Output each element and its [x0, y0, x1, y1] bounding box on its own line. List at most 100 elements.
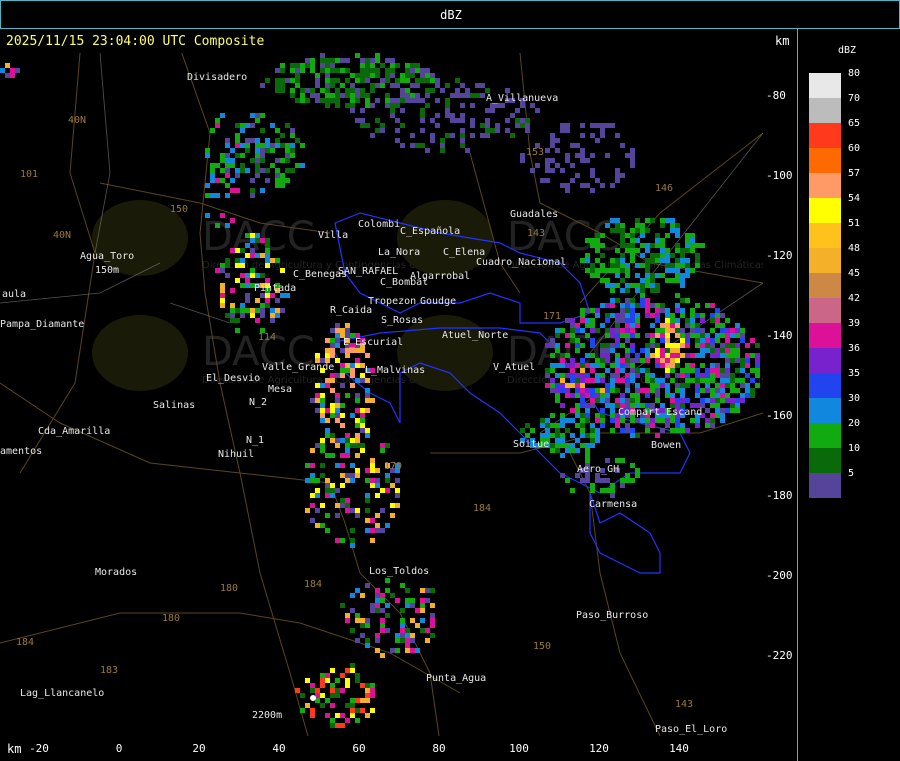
radar-echo-pixel [340, 473, 345, 478]
radar-echo-pixel [220, 288, 225, 293]
radar-echo-pixel [235, 318, 240, 323]
radar-echo-pixel [645, 228, 650, 233]
radar-echo-pixel [240, 273, 245, 278]
radar-echo-pixel [745, 343, 750, 348]
radar-echo-pixel [560, 378, 565, 383]
radar-echo-pixel [305, 703, 310, 708]
radar-echo-pixel [675, 353, 680, 358]
radar-echo-pixel [330, 83, 335, 88]
radar-echo-pixel [395, 633, 400, 638]
radar-echo-pixel [345, 58, 350, 63]
radar-echo-pixel [320, 53, 325, 58]
radar-echo-pixel [380, 488, 385, 493]
radar-echo-pixel [680, 328, 685, 333]
radar-echo-pixel [230, 308, 235, 313]
radar-echo-pixel [555, 393, 560, 398]
radar-echo-pixel [755, 383, 760, 388]
radar-echo-pixel [340, 463, 345, 468]
radar-echo-pixel [675, 333, 680, 338]
radar-echo-pixel [665, 328, 670, 333]
radar-echo-pixel [645, 283, 650, 288]
radar-echo-pixel [625, 313, 630, 318]
title-bar: dBZ [0, 0, 900, 29]
timestamp-label: 2025/11/15 23:04:00 UTC Composite [6, 34, 265, 49]
radar-echo-pixel [525, 123, 530, 128]
watermark-logo-icon [397, 315, 493, 391]
radar-echo-pixel [620, 368, 625, 373]
radar-echo-pixel [325, 493, 330, 498]
radar-echo-pixel [220, 268, 225, 273]
radar-echo-pixel [560, 388, 565, 393]
radar-echo-pixel [365, 583, 370, 588]
radar-echo-pixel [415, 648, 420, 653]
radar-echo-pixel [430, 603, 435, 608]
radar-echo-pixel [625, 353, 630, 358]
radar-echo-pixel [375, 513, 380, 518]
radar-echo-pixel [705, 418, 710, 423]
radar-echo-pixel [430, 588, 435, 593]
radar-echo-pixel [625, 263, 630, 268]
radar-echo-pixel [315, 393, 320, 398]
radar-echo-pixel [615, 133, 620, 138]
radar-echo-pixel [625, 383, 630, 388]
radar-echo-pixel [620, 173, 625, 178]
radar-echo-pixel [555, 388, 560, 393]
radar-echo-pixel [400, 608, 405, 613]
radar-echo-pixel [655, 308, 660, 313]
radar-map[interactable]: DACCDirección de Agricultura y Contingen… [0, 53, 763, 736]
km-unit-bottom: km [7, 742, 22, 756]
radar-echo-pixel [365, 528, 370, 533]
radar-echo-pixel [365, 93, 370, 98]
radar-echo-pixel [240, 308, 245, 313]
radar-echo-pixel [315, 83, 320, 88]
radar-echo-pixel [585, 318, 590, 323]
radar-echo-pixel [400, 98, 405, 103]
radar-echo-pixel [390, 108, 395, 113]
radar-echo-pixel [400, 143, 405, 148]
radar-echo-pixel [595, 313, 600, 318]
radar-echo-pixel [455, 88, 460, 93]
radar-echo-pixel [265, 298, 270, 303]
radar-echo-pixel [675, 273, 680, 278]
radar-echo-pixel [685, 353, 690, 358]
radar-echo-pixel [590, 243, 595, 248]
radar-echo-pixel [405, 598, 410, 603]
radar-echo-pixel [280, 158, 285, 163]
radar-echo-pixel [645, 298, 650, 303]
radar-echo-pixel [595, 248, 600, 253]
legend-swatch [809, 73, 841, 98]
radar-echo-pixel [560, 183, 565, 188]
radar-echo-pixel [625, 283, 630, 288]
place-label: Aero_GH [577, 464, 620, 475]
radar-echo-pixel [610, 228, 615, 233]
radar-echo-pixel [710, 423, 715, 428]
radar-echo-pixel [300, 63, 305, 68]
radar-echo-pixel [525, 118, 530, 123]
radar-echo-pixel [555, 448, 560, 453]
radar-echo-pixel [235, 248, 240, 253]
radar-echo-pixel [590, 308, 595, 313]
radar-echo-pixel [660, 238, 665, 243]
radar-echo-pixel [635, 358, 640, 363]
radar-echo-pixel [675, 248, 680, 253]
radar-echo-pixel [645, 273, 650, 278]
radar-echo-pixel [710, 378, 715, 383]
radar-echo-pixel [685, 383, 690, 388]
radar-echo-pixel [640, 348, 645, 353]
radar-echo-pixel [325, 348, 330, 353]
radar-echo-pixel [415, 68, 420, 73]
radar-echo-pixel [640, 278, 645, 283]
radar-echo-pixel [585, 333, 590, 338]
radar-echo-pixel [310, 448, 315, 453]
radar-echo-pixel [595, 308, 600, 313]
radar-echo-pixel [430, 133, 435, 138]
radar-echo-pixel [485, 118, 490, 123]
radar-echo-pixel [225, 258, 230, 263]
radar-echo-pixel [665, 388, 670, 393]
radar-echo-pixel [235, 188, 240, 193]
radar-echo-pixel [655, 318, 660, 323]
radar-echo-pixel [385, 613, 390, 618]
radar-echo-pixel [245, 293, 250, 298]
radar-echo-pixel [265, 253, 270, 258]
radar-echo-pixel [695, 333, 700, 338]
